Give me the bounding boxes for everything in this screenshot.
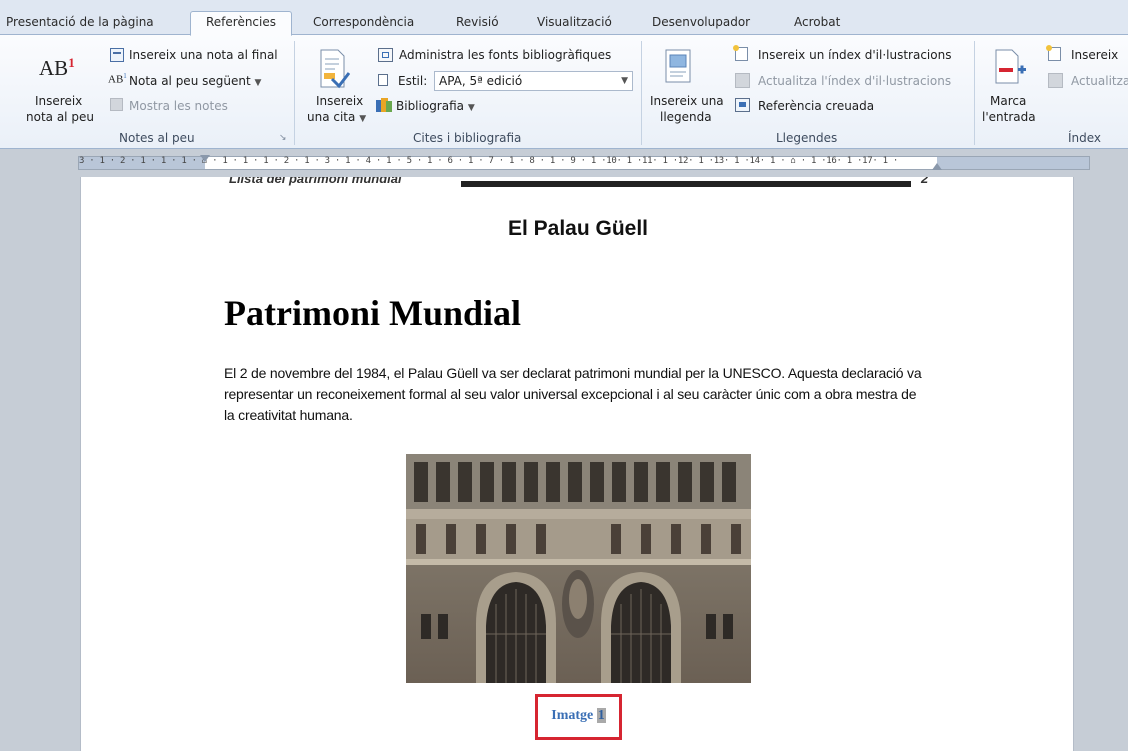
next-footnote-icon: AB1: [108, 72, 127, 86]
group-label-citations: Cites i bibliografia: [413, 131, 522, 145]
ruler-area: 3 · 1 · 2 · 1 · 1 · 1 · ⌂ · 1 · 1 · 1 · …: [0, 149, 1128, 177]
update-table-button[interactable]: Actualitza l'índex d'il·lustracions: [758, 74, 951, 88]
figure-caption[interactable]: Imatge 1: [538, 708, 619, 724]
update-index-button[interactable]: Actualitza: [1071, 74, 1128, 88]
insert-footnote-button[interactable]: Insereix: [35, 94, 82, 108]
ribbon: AB1 Insereix nota al peu Insereix una no…: [0, 35, 1128, 149]
heading-1: Patrimoni Mundial: [224, 293, 522, 333]
page-header-title: El Palau Güell: [507, 217, 649, 240]
tab-view[interactable]: Visualització: [537, 12, 612, 36]
toc-entry-text: Llista del patrimoni mundial: [229, 177, 402, 186]
insert-citation-icon: [320, 49, 351, 89]
update-table-icon: [735, 73, 750, 88]
insert-caption-button[interactable]: Insereix una: [650, 94, 724, 108]
group-separator: [294, 41, 295, 145]
insert-endnote-button[interactable]: Insereix una nota al final: [129, 48, 278, 62]
previous-page-footer: Llista del patrimoni mundial 2: [221, 177, 931, 190]
mark-entry-button[interactable]: Marca: [990, 94, 1026, 108]
toc-leader-bar: [461, 181, 911, 187]
document-page[interactable]: Llista del patrimoni mundial 2 El Palau …: [80, 177, 1074, 751]
cross-reference-button[interactable]: Referència creuada: [758, 99, 874, 113]
insert-endnote-icon: [110, 48, 124, 62]
cross-reference-icon: [735, 98, 750, 112]
caption-number-field[interactable]: 1: [596, 708, 606, 723]
group-label-index: Índex: [1068, 131, 1102, 145]
chevron-down-icon: ▼: [359, 114, 367, 124]
tab-review[interactable]: Revisió: [456, 12, 499, 36]
tab-developer[interactable]: Desenvolupador: [652, 12, 750, 36]
insert-citation-label: una cita: [307, 110, 356, 124]
ribbon-tab-bar: Presentació de la pàgina Referències Cor…: [0, 0, 1128, 36]
next-footnote-label: Nota al peu següent: [129, 74, 251, 88]
show-notes-icon: [110, 98, 123, 111]
bibliography-label: Bibliografia: [396, 99, 465, 113]
tab-page-layout[interactable]: Presentació de la pàgina: [6, 12, 154, 36]
chevron-down-icon: ▼: [467, 103, 475, 113]
bibliography-icon: [376, 97, 393, 113]
first-line-indent-marker[interactable]: [200, 155, 210, 162]
caption-highlight-box: Imatge 1: [535, 694, 622, 740]
group-separator: [641, 41, 642, 145]
show-notes-button[interactable]: Mostra les notes: [129, 99, 228, 113]
tab-references[interactable]: Referències: [190, 11, 292, 36]
insert-caption-icon: [665, 49, 691, 83]
tab-mailings[interactable]: Correspondència: [313, 12, 414, 36]
chevron-down-icon: ▼: [254, 78, 262, 88]
insert-table-of-figures-button[interactable]: Insereix un índex d'il·lustracions: [758, 48, 951, 62]
group-separator: [974, 41, 975, 145]
update-index-icon: [1048, 73, 1063, 88]
insert-footnote-icon: AB1: [39, 55, 75, 80]
palau-guell-photo[interactable]: [406, 454, 751, 683]
insert-footnote-button-line2[interactable]: nota al peu: [26, 110, 94, 124]
insert-caption-button-line2[interactable]: llegenda: [660, 110, 712, 124]
insert-index-button[interactable]: Insereix: [1071, 48, 1118, 62]
insert-citation-button-line2[interactable]: una cita ▼: [307, 110, 366, 124]
bibliography-button[interactable]: Bibliografia ▼: [396, 99, 475, 113]
toc-entry-page: 2: [921, 177, 929, 186]
group-label-captions: Llegendes: [776, 131, 838, 145]
style-select[interactable]: APA, 5ª edició ▼: [434, 71, 633, 91]
right-indent-marker[interactable]: [932, 163, 942, 170]
insert-index-icon: [1046, 45, 1063, 62]
next-footnote-button[interactable]: Nota al peu següent ▼: [129, 74, 261, 88]
horizontal-ruler[interactable]: 3 · 1 · 2 · 1 · 1 · 1 · ⌂ · 1 · 1 · 1 · …: [78, 155, 1090, 170]
insert-citation-button[interactable]: Insereix: [316, 94, 363, 108]
mark-entry-button-line2[interactable]: l'entrada: [982, 110, 1036, 124]
tab-acrobat[interactable]: Acrobat: [794, 12, 840, 36]
caption-label: Imatge: [551, 708, 594, 723]
dialog-launcher-icon[interactable]: ↘: [279, 133, 287, 143]
mark-entry-icon: [995, 49, 1027, 84]
body-paragraph: El 2 de novembre del 1984, el Palau Güel…: [224, 365, 922, 423]
insert-table-of-figures-icon: [733, 45, 750, 62]
style-label: Estil:: [398, 74, 428, 88]
style-icon: [378, 74, 393, 88]
manage-sources-icon: [378, 48, 393, 62]
group-label-footnotes: Notes al peu: [119, 131, 195, 145]
chevron-down-icon: ▼: [621, 76, 628, 86]
manage-sources-button[interactable]: Administra les fonts bibliogràfiques: [399, 48, 611, 62]
style-select-value: APA, 5ª edició: [439, 74, 523, 88]
